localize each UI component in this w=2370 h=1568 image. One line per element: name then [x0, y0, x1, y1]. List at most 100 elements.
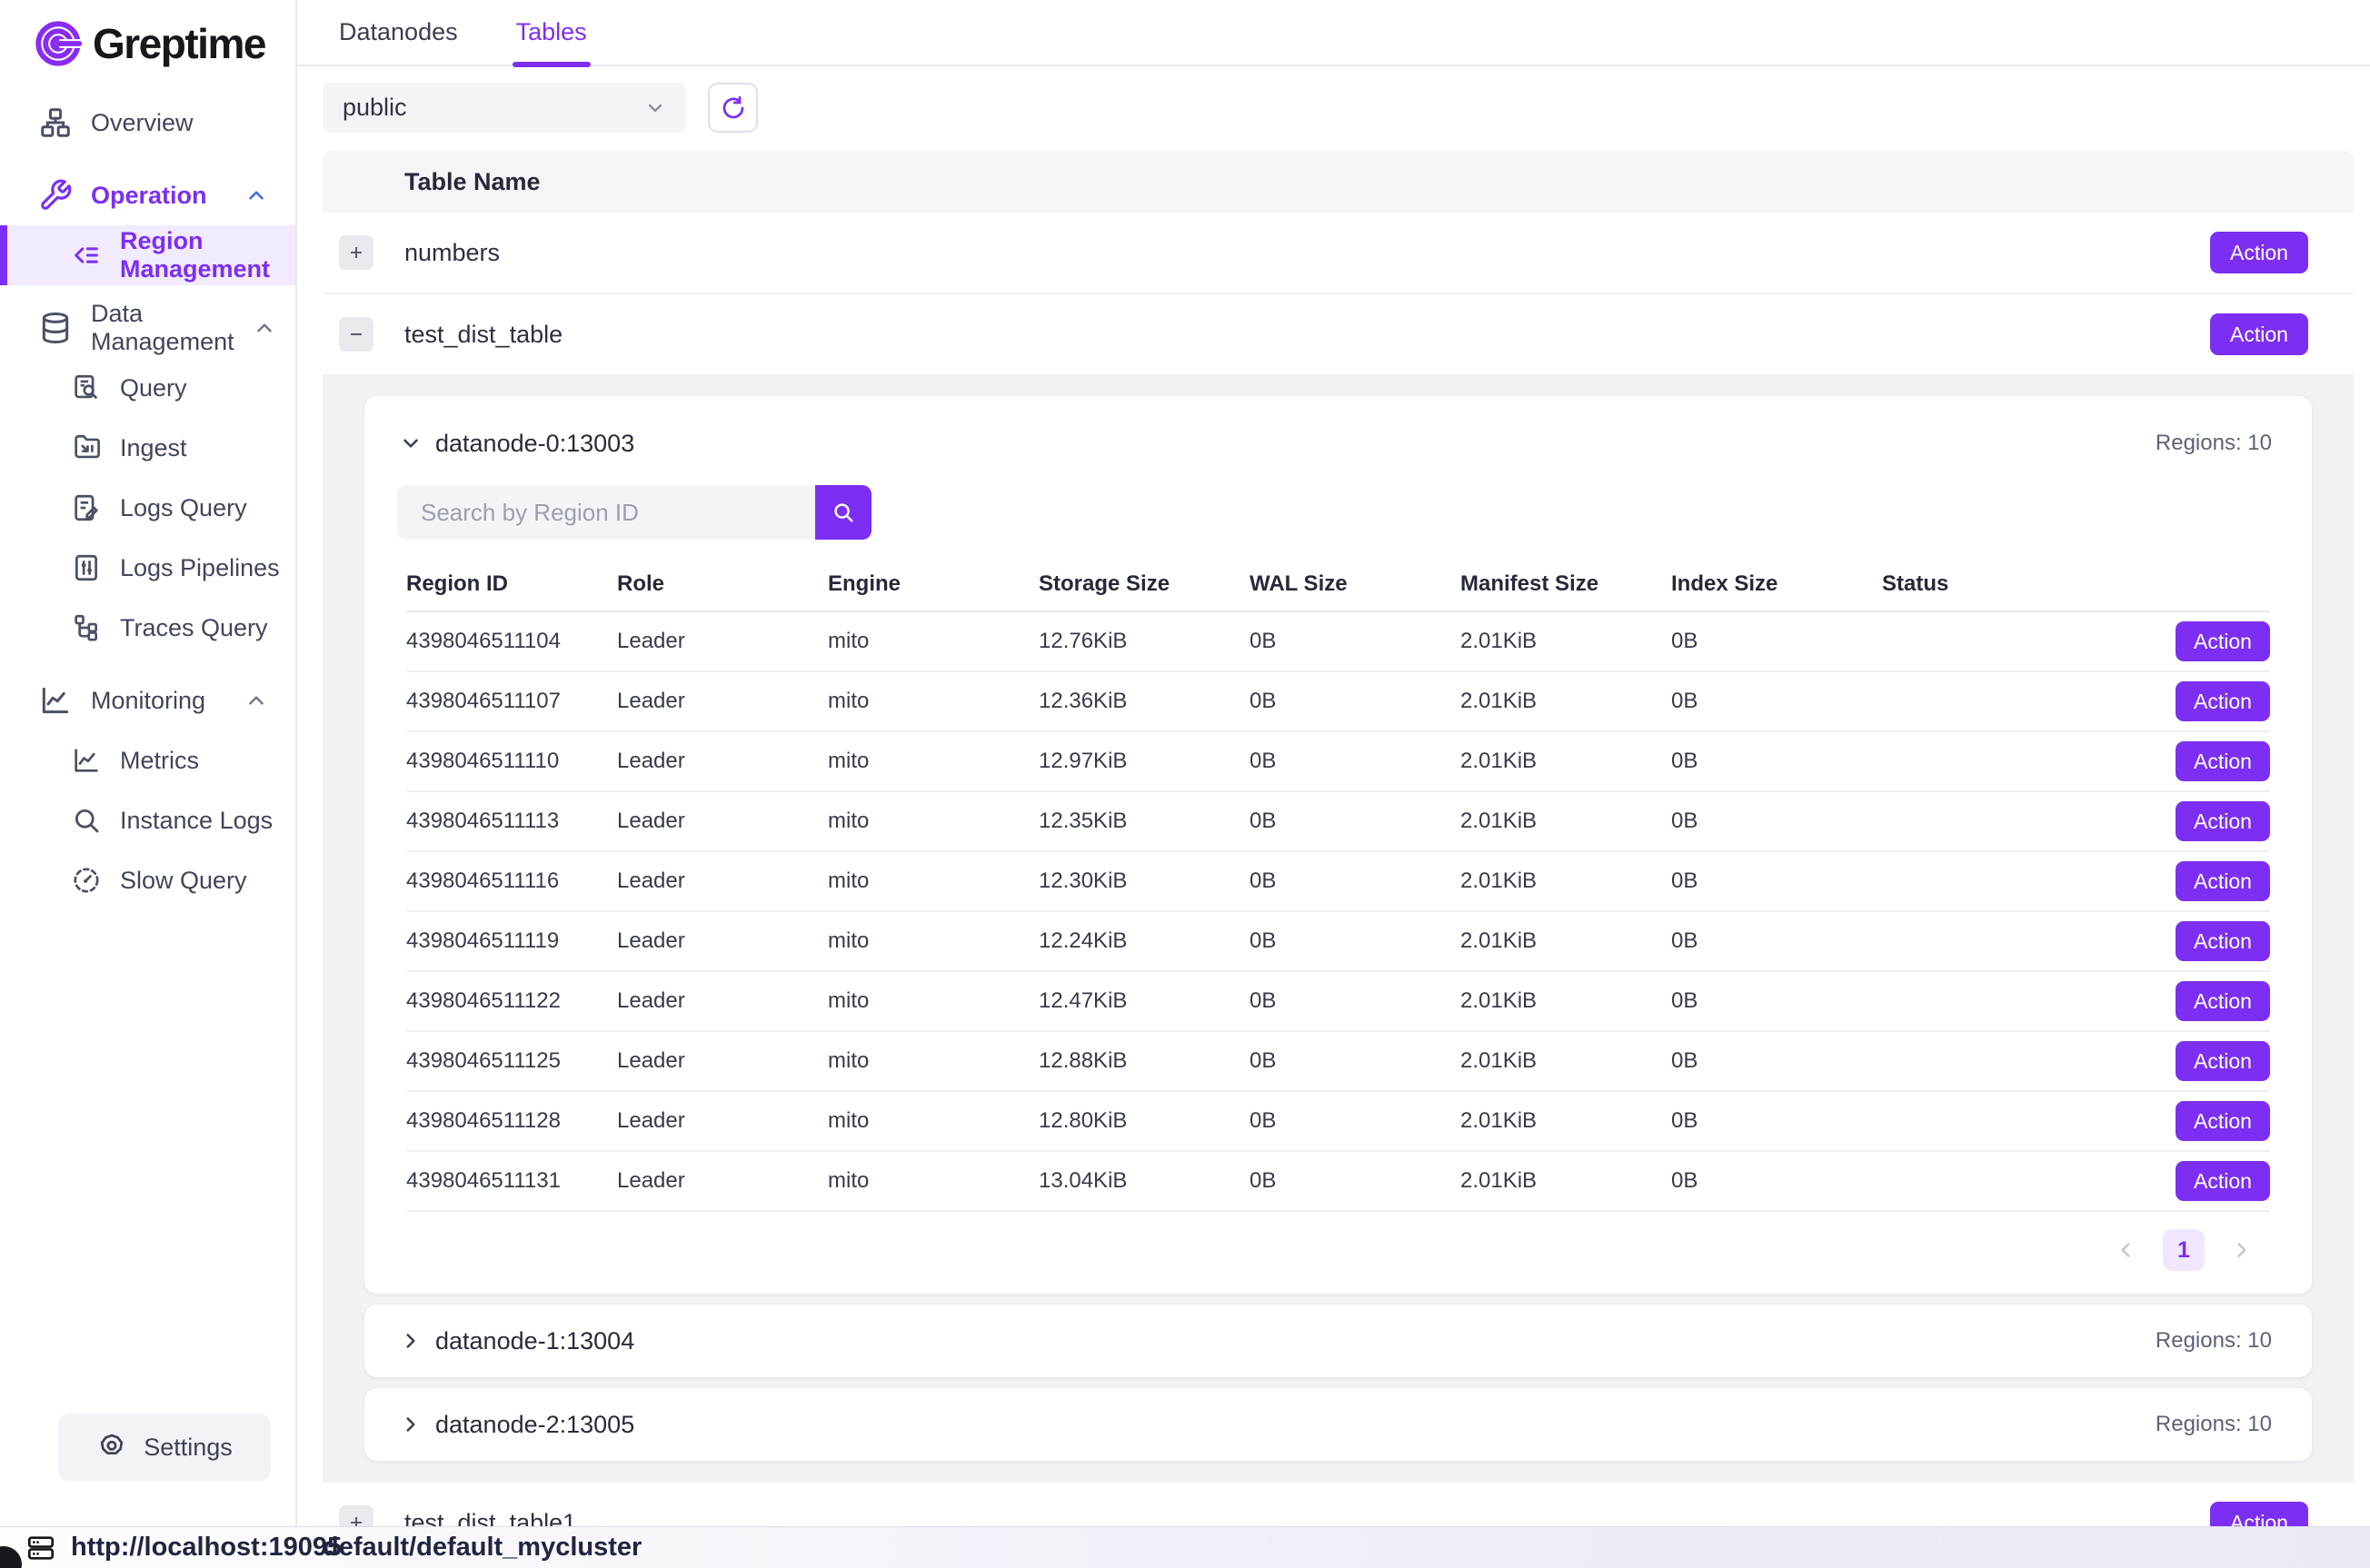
- region-storage-size: 12.80KiB: [1039, 1108, 1250, 1134]
- region-id: 4398046511110: [406, 749, 617, 774]
- table-action-button[interactable]: Action: [2210, 313, 2308, 355]
- tab-datanodes[interactable]: Datanodes: [339, 0, 458, 65]
- region-search: [397, 485, 2312, 540]
- sidebar-item-metrics[interactable]: Metrics: [0, 730, 295, 790]
- region-storage-size: 12.47KiB: [1039, 988, 1250, 1014]
- region-role: Leader: [617, 928, 828, 954]
- collapse-button[interactable]: [339, 317, 373, 352]
- region-search-input[interactable]: [397, 485, 815, 540]
- region-manifest-size: 2.01KiB: [1460, 928, 1671, 954]
- sidebar-item-label: Overview: [91, 109, 194, 137]
- region-action-button[interactable]: Action: [2176, 981, 2270, 1021]
- region-action-button[interactable]: Action: [2176, 1161, 2270, 1201]
- chevron-down-icon: [644, 97, 666, 119]
- sidebar-item-slow-query[interactable]: Slow Query: [0, 850, 295, 910]
- tab-tables[interactable]: Tables: [516, 0, 587, 65]
- main-content: Datanodes Tables public Table Name: [297, 0, 2370, 1568]
- table-row: test_dist_table Action: [323, 294, 2354, 376]
- table-expanded-detail: datanode-0:13003 Regions: 10 Region ID: [323, 376, 2354, 1483]
- sidebar-item-label: Operation: [91, 182, 207, 210]
- region-manifest-size: 2.01KiB: [1460, 689, 1671, 714]
- region-wal-size: 0B: [1250, 868, 1460, 894]
- sidebar: Greptime Overview Operation: [0, 0, 297, 1568]
- region-wal-size: 0B: [1250, 809, 1460, 834]
- sidebar-item-label: Instance Logs: [120, 807, 273, 835]
- column-header: Role: [617, 571, 828, 597]
- region-manifest-size: 2.01KiB: [1460, 749, 1671, 774]
- datanode-card-header[interactable]: datanode-0:13003 Regions: 10: [364, 423, 2312, 463]
- region-id: 4398046511119: [406, 928, 617, 954]
- region-manifest-size: 2.01KiB: [1460, 1168, 1671, 1194]
- region-table: Region ID Role Engine Storage Size WAL S…: [364, 558, 2312, 1212]
- region-row: 4398046511131 Leader mito 13.04KiB 0B 2.…: [406, 1152, 2270, 1212]
- sidebar-item-region-management[interactable]: Region Management: [0, 225, 295, 285]
- region-action-button[interactable]: Action: [2176, 1041, 2270, 1081]
- sidebar-section-data-management[interactable]: Data Management: [0, 298, 295, 358]
- region-action-button[interactable]: Action: [2176, 921, 2270, 961]
- sidebar-item-logs-query[interactable]: Logs Query: [0, 478, 295, 538]
- document-pen-icon: [71, 492, 102, 523]
- page-number[interactable]: 1: [2163, 1229, 2205, 1271]
- sidebar-item-traces-query[interactable]: Traces Query: [0, 598, 295, 658]
- region-row: 4398046511113 Leader mito 12.35KiB 0B 2.…: [406, 792, 2270, 852]
- chevron-down-icon: [399, 432, 423, 455]
- region-action-button[interactable]: Action: [2176, 861, 2270, 901]
- chevron-up-icon: [244, 689, 268, 712]
- region-row: 4398046511128 Leader mito 12.80KiB 0B 2.…: [406, 1092, 2270, 1152]
- datanode-card-header[interactable]: datanode-2:13005 Regions: 10: [364, 1388, 2312, 1461]
- datanode-card-header[interactable]: datanode-1:13004 Regions: 10: [364, 1305, 2312, 1377]
- region-storage-size: 12.97KiB: [1039, 749, 1250, 774]
- tables-list: Table Name numbers Action test_dist_tabl…: [323, 151, 2354, 1564]
- sitemap-icon: [38, 105, 73, 140]
- sidebar-item-ingest[interactable]: Ingest: [0, 418, 295, 478]
- prev-page-button[interactable]: [2114, 1238, 2137, 1262]
- region-role: Leader: [617, 809, 828, 834]
- chart-icon: [38, 683, 73, 718]
- expand-button[interactable]: [339, 235, 373, 270]
- pagination: 1: [364, 1212, 2312, 1288]
- datanode-card: datanode-2:13005 Regions: 10: [364, 1388, 2312, 1461]
- refresh-button[interactable]: [708, 83, 758, 133]
- region-role: Leader: [617, 1048, 828, 1074]
- column-header: Status: [1882, 571, 2093, 597]
- sidebar-item-instance-logs[interactable]: Instance Logs: [0, 790, 295, 850]
- brand-name: Greptime: [93, 19, 265, 68]
- sidebar-section-monitoring[interactable]: Monitoring: [0, 670, 295, 730]
- region-wal-size: 0B: [1250, 629, 1460, 654]
- datanode-name: datanode-2:13005: [435, 1411, 634, 1439]
- sidebar-section-operation[interactable]: Operation: [0, 165, 295, 225]
- sidebar-item-logs-pipelines[interactable]: Logs Pipelines: [0, 538, 295, 598]
- brand-logo[interactable]: Greptime: [0, 0, 295, 93]
- next-page-button[interactable]: [2230, 1238, 2254, 1262]
- refresh-icon: [720, 94, 747, 122]
- region-id: 4398046511122: [406, 988, 617, 1014]
- sidebar-item-query[interactable]: Query: [0, 358, 295, 418]
- region-role: Leader: [617, 988, 828, 1014]
- region-engine: mito: [828, 629, 1039, 654]
- table-name-column-header: Table Name: [404, 168, 541, 196]
- region-action-button[interactable]: Action: [2176, 801, 2270, 841]
- sidebar-nav: Overview Operation Region Management: [0, 93, 295, 910]
- region-action-button[interactable]: Action: [2176, 1101, 2270, 1141]
- schema-select[interactable]: public: [323, 83, 686, 133]
- region-wal-size: 0B: [1250, 928, 1460, 954]
- region-action-button[interactable]: Action: [2176, 741, 2270, 781]
- chevron-right-icon: [399, 1329, 423, 1353]
- sidebar-item-overview[interactable]: Overview: [0, 93, 295, 153]
- document-search-icon: [71, 372, 102, 403]
- region-index-size: 0B: [1671, 868, 1882, 894]
- tree-icon: [71, 612, 102, 643]
- region-manifest-size: 2.01KiB: [1460, 988, 1671, 1014]
- sidebar-item-label: Ingest: [120, 434, 187, 462]
- region-manifest-size: 2.01KiB: [1460, 868, 1671, 894]
- settings-button[interactable]: Settings: [58, 1414, 271, 1481]
- region-index-size: 0B: [1671, 689, 1882, 714]
- status-endpoint: http://localhost:19095: [0, 1533, 297, 1563]
- region-row: 4398046511110 Leader mito 12.97KiB 0B 2.…: [406, 732, 2270, 792]
- region-action-button[interactable]: Action: [2176, 681, 2270, 721]
- search-button[interactable]: [815, 485, 871, 540]
- region-storage-size: 12.24KiB: [1039, 928, 1250, 954]
- region-role: Leader: [617, 689, 828, 714]
- table-action-button[interactable]: Action: [2210, 232, 2308, 273]
- region-action-button[interactable]: Action: [2176, 621, 2270, 661]
